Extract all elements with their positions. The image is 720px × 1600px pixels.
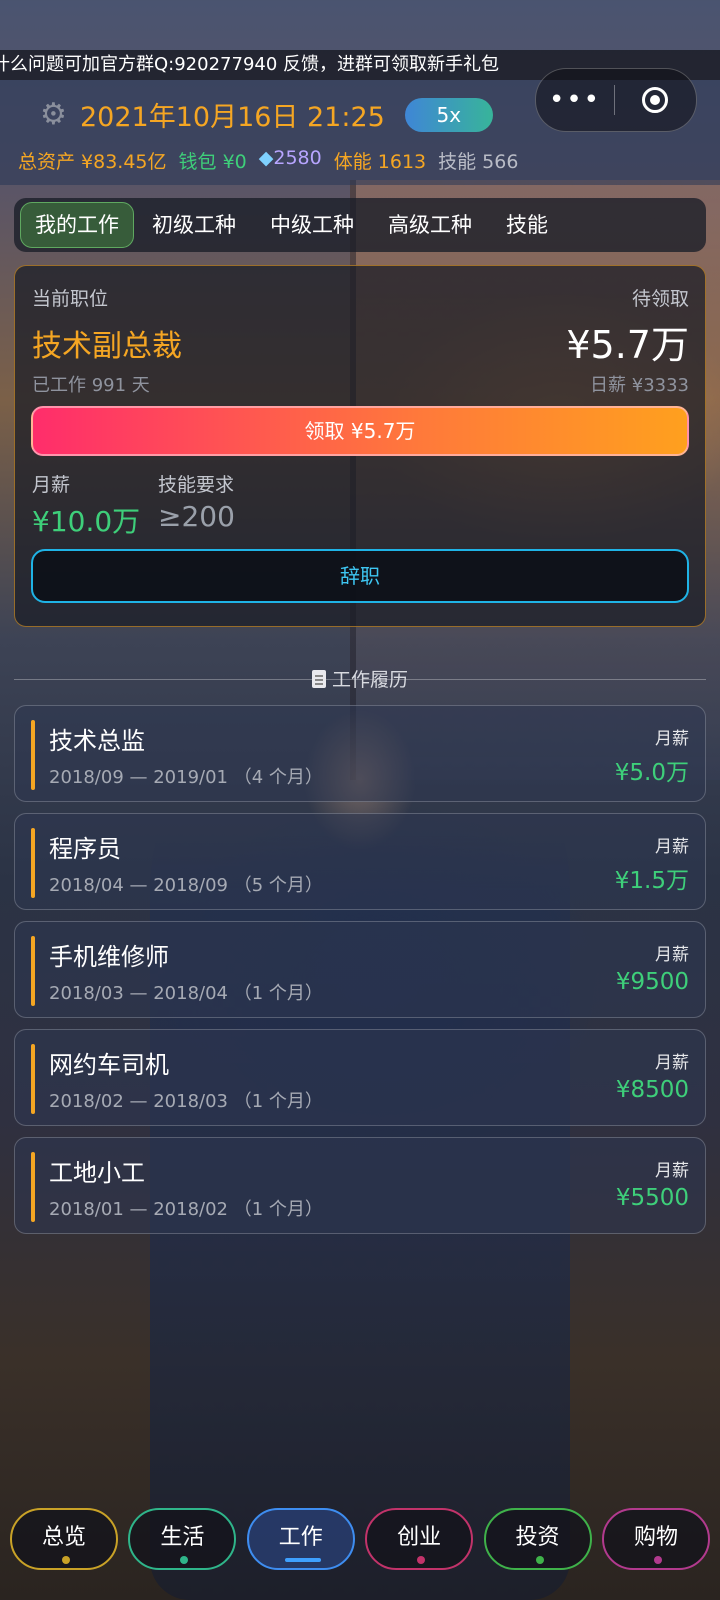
pending-label: 待领取 xyxy=(631,288,689,310)
history-salary-value: ¥8500 xyxy=(615,1077,689,1103)
history-salary-value: ¥5500 xyxy=(615,1185,689,1211)
skill-requirement-label: 技能要求 xyxy=(158,474,235,496)
history-job-name: 手机维修师 xyxy=(49,943,169,971)
pending-amount: ¥5.7万 xyxy=(566,323,689,367)
target-icon xyxy=(642,87,668,113)
monthly-salary-label: 月薪 xyxy=(32,474,71,496)
skill-requirement-value: ≥200 xyxy=(158,500,235,533)
tab-mid-jobs[interactable]: 中级工种 xyxy=(254,203,370,247)
monthly-salary-value: ¥10.0万 xyxy=(32,505,141,538)
total-assets: 总资产 ¥83.45亿 xyxy=(18,151,167,173)
nav-dot xyxy=(180,1556,189,1564)
history-header: 工作履历 xyxy=(14,665,706,695)
list-item: 手机维修师 2018/03 — 2018/04 （1 个月） 月薪 ¥9500 xyxy=(14,921,706,1018)
history-salary-label: 月薪 xyxy=(655,1161,689,1181)
current-job-card: 当前职位 待领取 技术副总裁 ¥5.7万 已工作 991 天 日薪 ¥3333 … xyxy=(14,265,706,627)
nav-life[interactable]: 生活 xyxy=(128,1508,237,1570)
history-job-name: 工地小工 xyxy=(49,1159,145,1187)
list-item: 程序员 2018/04 — 2018/09 （5 个月） 月薪 ¥1.5万 xyxy=(14,813,706,910)
list-item: 技术总监 2018/09 — 2019/01 （4 个月） 月薪 ¥5.0万 xyxy=(14,705,706,802)
history-salary-value: ¥5.0万 xyxy=(614,760,689,786)
close-miniprogram-button[interactable] xyxy=(615,87,695,113)
history-salary-label: 月薪 xyxy=(655,837,689,857)
history-job-period: 2018/09 — 2019/01 （4 个月） xyxy=(49,767,323,788)
wallet-balance: 钱包 ¥0 xyxy=(178,151,247,173)
history-salary-value: ¥9500 xyxy=(615,969,689,995)
tab-senior-jobs[interactable]: 高级工种 xyxy=(372,203,488,247)
date-row: ⚙ 2021年10月16日 21:25 5x xyxy=(40,95,493,134)
tab-my-job[interactable]: 我的工作 xyxy=(20,202,134,248)
nav-startup[interactable]: 创业 xyxy=(365,1508,474,1570)
accent-bar xyxy=(31,720,35,790)
nav-dot xyxy=(62,1556,70,1564)
stats-row: 总资产 ¥83.45亿 钱包 ¥0 ◆2580 体能 1613 技能 566 xyxy=(18,147,518,174)
nav-dot xyxy=(535,1556,544,1564)
resign-button[interactable]: 辞职 xyxy=(31,549,689,603)
nav-active-indicator xyxy=(284,1558,321,1562)
accent-bar xyxy=(31,936,35,1006)
history-salary-label: 月薪 xyxy=(655,1053,689,1073)
daily-salary: 日薪 ¥3333 xyxy=(590,375,689,396)
nav-invest[interactable]: 投资 xyxy=(483,1508,592,1570)
history-salary-value: ¥1.5万 xyxy=(614,868,689,894)
tab-junior-jobs[interactable]: 初级工种 xyxy=(136,203,252,247)
gear-icon[interactable]: ⚙ xyxy=(40,99,70,130)
history-list: 技术总监 2018/09 — 2019/01 （4 个月） 月薪 ¥5.0万 程… xyxy=(14,705,706,1245)
more-menu-icon[interactable]: ••• xyxy=(536,85,614,115)
document-icon xyxy=(312,669,326,688)
history-job-name: 网约车司机 xyxy=(49,1051,169,1079)
miniprogram-capsule: ••• xyxy=(535,68,697,132)
current-job-title: 技术副总裁 xyxy=(32,329,182,364)
history-salary-label: 月薪 xyxy=(655,945,689,965)
history-salary-label: 月薪 xyxy=(655,729,689,749)
list-item: 网约车司机 2018/02 — 2018/03 （1 个月） 月薪 ¥8500 xyxy=(14,1029,706,1126)
history-job-name: 技术总监 xyxy=(49,727,145,755)
gem-count: ◆2580 xyxy=(258,147,322,169)
history-job-period: 2018/02 — 2018/03 （1 个月） xyxy=(49,1091,323,1112)
history-job-period: 2018/03 — 2018/04 （1 个月） xyxy=(49,983,323,1004)
skill-stat: 技能 566 xyxy=(438,151,519,173)
diamond-icon: ◆ xyxy=(258,147,274,169)
stamina-stat: 体能 1613 xyxy=(333,151,427,173)
accent-bar xyxy=(31,1152,35,1222)
history-job-period: 2018/01 — 2018/02 （1 个月） xyxy=(49,1199,323,1220)
claim-salary-button[interactable]: 领取 ¥5.7万 xyxy=(31,406,689,456)
list-item: 工地小工 2018/01 — 2018/02 （1 个月） 月薪 ¥5500 xyxy=(14,1137,706,1234)
nav-overview[interactable]: 总览 xyxy=(10,1508,118,1570)
history-title: 工作履历 xyxy=(304,665,416,692)
current-position-label: 当前职位 xyxy=(32,288,109,310)
game-datetime: 2021年10月16日 21:25 xyxy=(80,102,385,133)
job-tabbar: 我的工作 初级工种 中级工种 高级工种 技能 xyxy=(14,198,706,252)
history-job-name: 程序员 xyxy=(49,835,121,863)
tab-skills[interactable]: 技能 xyxy=(490,203,564,247)
nav-work[interactable]: 工作 xyxy=(246,1508,355,1570)
days-worked: 已工作 991 天 xyxy=(32,375,150,396)
history-job-period: 2018/04 — 2018/09 （5 个月） xyxy=(49,875,323,896)
nav-shopping[interactable]: 购物 xyxy=(601,1508,710,1570)
nav-dot xyxy=(417,1556,426,1564)
bottom-nav: 总览 生活 工作 创业 投资 购物 xyxy=(10,1508,710,1588)
nav-dot xyxy=(653,1556,662,1564)
accent-bar xyxy=(31,1044,35,1114)
speed-button[interactable]: 5x xyxy=(404,97,493,132)
accent-bar xyxy=(31,828,35,898)
